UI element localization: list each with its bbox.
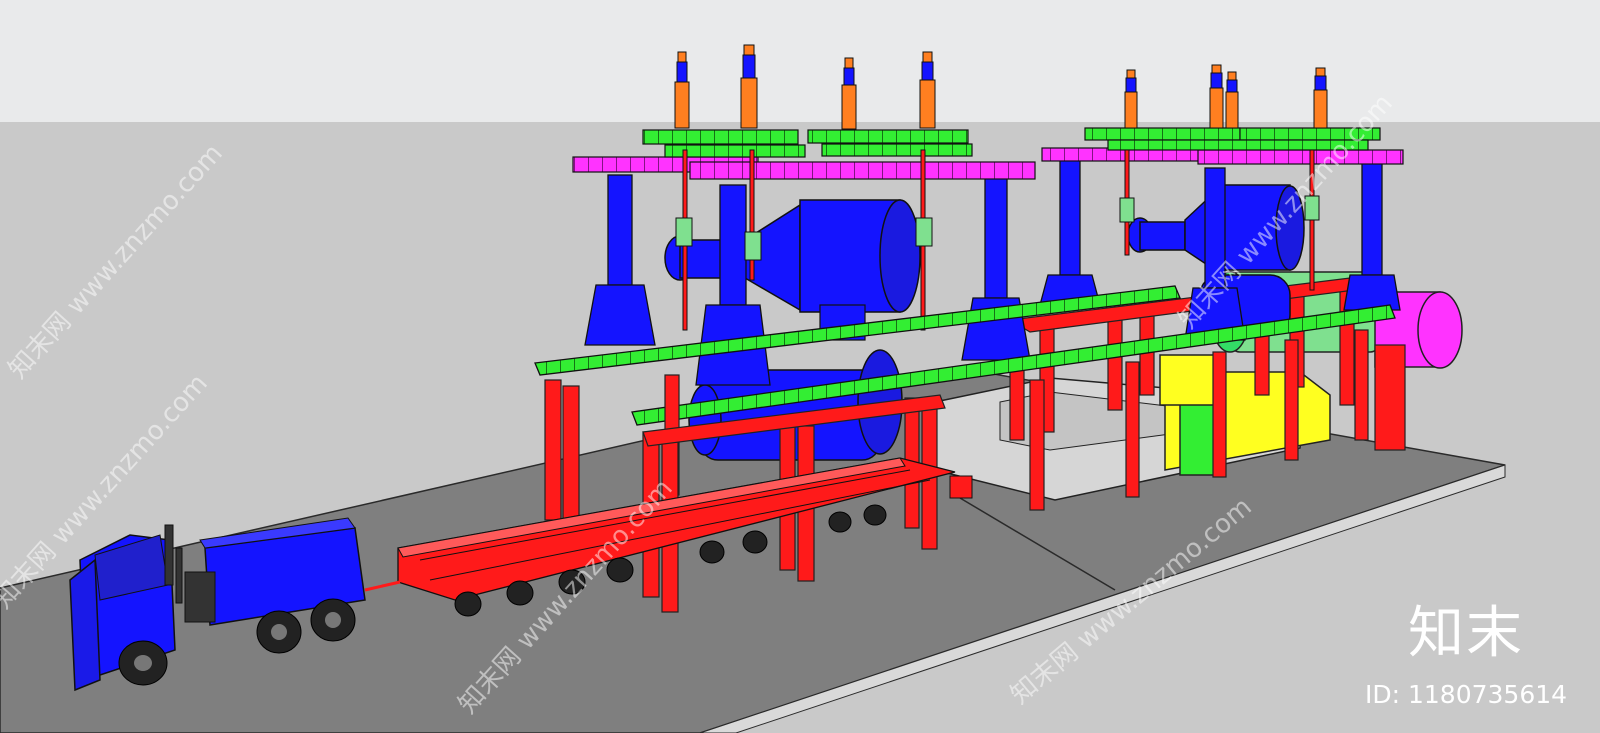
- brand-logo: 知末: [1408, 601, 1524, 666]
- scene-canvas: 知末网 www.znzmo.com 知末网 www.znzmo.com 知末网 …: [0, 0, 1600, 733]
- sky: [0, 0, 1600, 122]
- image-id-label: ID: 1180735614: [1365, 680, 1568, 709]
